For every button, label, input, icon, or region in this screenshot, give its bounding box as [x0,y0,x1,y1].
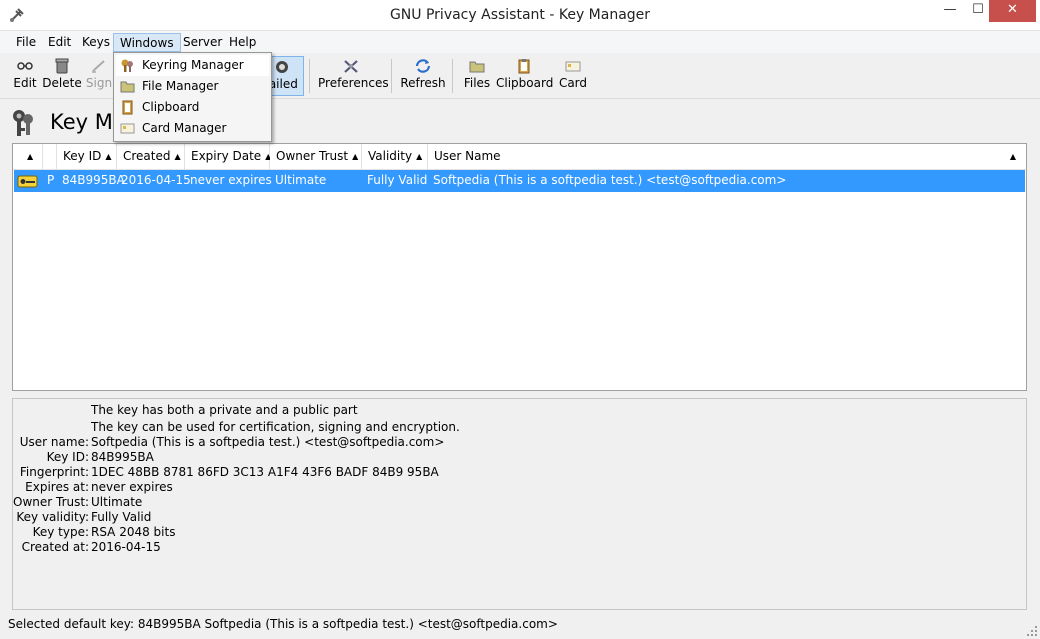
detail-expires-at: never expires [91,480,173,494]
detail-label: Fingerprint: [19,465,89,479]
keyring-icon [120,58,135,73]
key-parts-info: The key has both a private and a public … [91,403,358,417]
toolbar-separator [391,59,392,93]
preferences-icon [342,58,360,74]
column-header-flag[interactable] [43,144,57,170]
card-icon [564,58,582,74]
menu-item-card-manager[interactable]: Card Manager [116,118,269,139]
detail-fingerprint: 1DEC 48BB 8781 86FD 3C13 A1F4 43F6 BADF … [91,465,439,479]
clipboard-icon [120,100,135,115]
delete-button[interactable]: Delete [42,56,82,96]
column-header-expiry[interactable]: Expiry Date ▲ [185,144,271,170]
menu-item-keyring-manager[interactable]: Keyring Manager [116,55,269,76]
column-header-user-name[interactable]: User Name ▲ [428,144,1026,170]
sort-arrow-icon: ▲ [174,152,181,161]
user-name-cell: Softpedia (This is a softpedia test.) <t… [433,173,787,187]
sort-arrow-icon: ▲ [27,152,34,161]
detail-key-validity: Fully Valid [91,510,152,524]
menu-item-clipboard[interactable]: Clipboard [116,97,269,118]
detail-created-at: 2016-04-15 [91,540,161,554]
menu-item-file-manager[interactable]: File Manager [116,76,269,97]
minimize-button[interactable]: — [935,0,965,22]
menu-edit[interactable]: Edit [42,33,77,52]
file-manager-icon [120,79,135,94]
keypair-icon [17,173,39,189]
detail-label: Key type: [32,525,89,539]
detailed-icon [272,59,290,75]
title-bar: GNU Privacy Assistant - Key Manager — ☐ … [0,0,1040,31]
detail-label: Expires at: [25,480,89,494]
detail-key-id: 84B995BA [91,450,154,464]
card-button[interactable]: Card [557,56,589,96]
detail-label: Created at: [21,540,89,554]
column-header-type[interactable]: ▲ [13,144,43,170]
sign-button[interactable]: Sign [84,56,114,96]
menu-file[interactable]: File [10,33,42,52]
created-cell: 2016-04-15 [121,173,191,187]
status-bar: Selected default key: 84B995BA Softpedia… [0,614,1040,639]
trash-icon [53,58,71,74]
key-list[interactable]: ▲ Key ID ▲ Created ▲ Expiry Date ▲ Owner Tr… [12,143,1027,391]
key-usage-info: The key can be used for certification, s… [91,420,460,434]
files-button[interactable]: Files [461,56,493,96]
menu-help[interactable]: Help [223,33,262,52]
owner-trust-cell: Ultimate [275,173,327,187]
column-header-validity[interactable]: Validity ▲ [362,144,428,170]
sign-icon [90,58,108,74]
folder-icon [468,58,486,74]
menu-keys[interactable]: Keys [76,33,116,52]
refresh-button[interactable]: Refresh [400,56,446,96]
preferences-button[interactable]: Preferences [318,56,389,96]
card-icon [120,121,135,136]
key-edit-icon [16,58,34,74]
window-title: GNU Privacy Assistant - Key Manager [389,7,651,23]
sort-arrow-icon: ▲ [352,152,359,161]
clipboard-button[interactable]: Clipboard [496,56,553,96]
detail-owner-trust: Ultimate [91,495,143,509]
detail-label: User name: [19,435,89,449]
detail-key-type: RSA 2048 bits [91,525,176,539]
detail-user-name: Softpedia (This is a softpedia test.) <t… [91,435,445,449]
keys-icon [10,108,36,138]
refresh-icon [414,58,432,74]
status-text: Selected default key: 84B995BA Softpedia… [8,617,558,631]
validity-cell: Fully Valid [367,173,428,187]
toolbar-separator [309,59,310,93]
detail-label: Key ID: [46,450,89,464]
table-row[interactable]: P 84B995BA 2016-04-15 never expires Ulti… [14,170,1025,192]
resize-grip-icon[interactable] [1026,625,1038,637]
expiry-cell: never expires [190,173,272,187]
detail-label: Owner Trust: [13,495,90,509]
menu-windows[interactable]: Windows [113,33,181,52]
sort-arrow-icon: ▲ [105,152,112,161]
windows-menu-dropdown: Keyring Manager File Manager Clipboard C… [113,52,272,142]
detail-label: Key validity: [16,510,89,524]
key-id-cell: 84B995BA [62,173,125,187]
clipboard-icon [515,58,533,74]
close-button[interactable]: ✕ [989,0,1036,22]
column-header-created[interactable]: Created ▲ [117,144,185,170]
edit-button[interactable]: Edit [8,56,42,96]
key-type-cell: P [47,173,55,187]
toolbar-separator [452,59,453,93]
menu-bar: File Edit Keys Windows Server Help [0,31,1040,53]
sort-arrow-icon: ▲ [1009,152,1016,161]
column-header-key-id[interactable]: Key ID ▲ [57,144,117,170]
key-details-panel: The key has both a private and a public … [12,398,1027,610]
column-header-owner-trust[interactable]: Owner Trust ▲ [270,144,362,170]
sort-arrow-icon: ▲ [416,152,423,161]
menu-server[interactable]: Server [177,33,228,52]
